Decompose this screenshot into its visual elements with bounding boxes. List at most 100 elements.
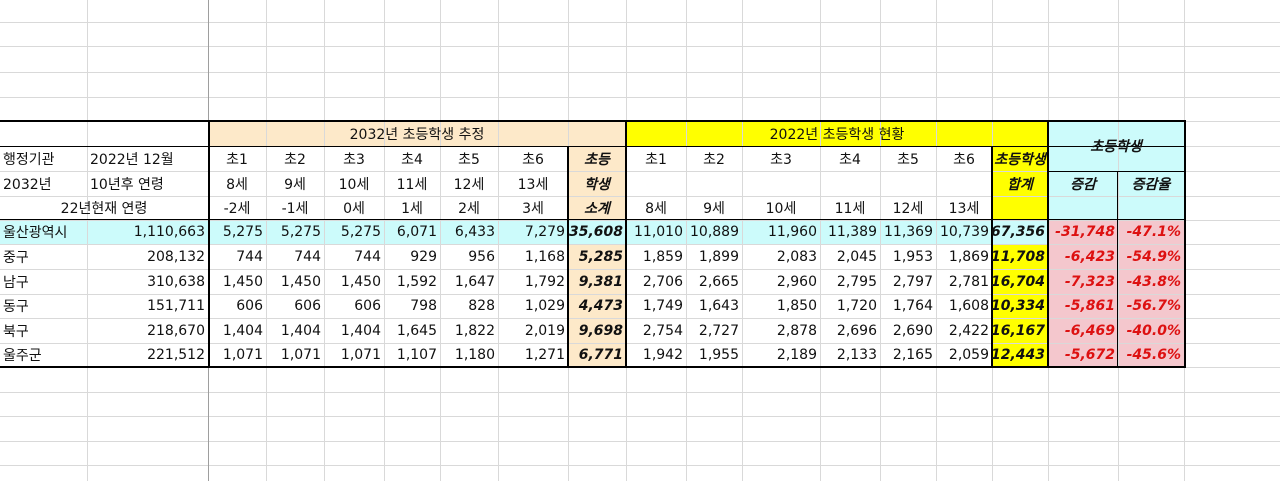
change-rate-value[interactable]: -43.8% (1118, 269, 1184, 294)
change-rate-value[interactable]: -54.9% (1118, 244, 1184, 269)
change-rate-value[interactable]: -56.7% (1118, 294, 1184, 318)
est-value[interactable]: 606 (324, 294, 384, 318)
cur-grade-header[interactable]: 초3 (742, 146, 820, 171)
cur-age-header[interactable]: 12세 (880, 196, 936, 220)
est-age-2032[interactable]: 8세 (208, 171, 266, 196)
region-name[interactable]: 북구 (0, 318, 87, 343)
cur-grade-header[interactable]: 초2 (686, 146, 742, 171)
cur-age-header[interactable]: 9세 (686, 196, 742, 220)
est-age-2032[interactable]: 9세 (266, 171, 324, 196)
est-age-2032[interactable]: 10세 (324, 171, 384, 196)
est-value[interactable]: 798 (384, 294, 440, 318)
cur-value[interactable]: 1,942 (626, 343, 686, 367)
label-admin[interactable]: 행정기관 (0, 146, 87, 171)
estimate-section-title[interactable]: 2032년 초등학생 추정 (208, 121, 626, 146)
est-value[interactable]: 1,450 (208, 269, 266, 294)
est-value[interactable]: 1,450 (266, 269, 324, 294)
region-population[interactable]: 218,670 (87, 318, 208, 343)
est-value[interactable]: 1,168 (498, 244, 568, 269)
est-value[interactable]: 1,647 (440, 269, 498, 294)
cur-total[interactable]: 16,704 (991, 269, 1048, 294)
cur-value[interactable]: 10,739 (936, 220, 992, 244)
region-name[interactable]: 동구 (0, 294, 87, 318)
cur-total[interactable]: 11,708 (991, 244, 1048, 269)
cur-age-header[interactable]: 11세 (820, 196, 880, 220)
est-age-2022[interactable]: -1세 (266, 196, 324, 220)
cur-value[interactable]: 2,797 (880, 269, 936, 294)
est-value[interactable]: 1,404 (266, 318, 324, 343)
est-value[interactable]: 1,180 (440, 343, 498, 367)
cur-value[interactable]: 1,850 (742, 294, 820, 318)
est-value[interactable]: 1,029 (498, 294, 568, 318)
cur-total[interactable]: 10,334 (991, 294, 1048, 318)
change-value[interactable]: -7,323 (1048, 269, 1118, 294)
cur-value[interactable]: 2,422 (936, 318, 992, 343)
cur-value[interactable]: 1,608 (936, 294, 992, 318)
est-age-2022[interactable]: 3세 (498, 196, 568, 220)
est-grade-header[interactable]: 초1 (208, 146, 266, 171)
cur-value[interactable]: 1,869 (936, 244, 992, 269)
cur-value[interactable]: 2,960 (742, 269, 820, 294)
label-age-22[interactable]: 22년현재 연령 (0, 196, 208, 220)
change-rate-value[interactable]: -45.6% (1118, 343, 1184, 367)
est-value[interactable]: 606 (208, 294, 266, 318)
cur-value[interactable]: 2,727 (686, 318, 742, 343)
cur-value[interactable]: 2,781 (936, 269, 992, 294)
est-value[interactable]: 744 (266, 244, 324, 269)
est-subtotal[interactable]: 5,285 (568, 244, 626, 269)
cur-grade-header[interactable]: 초6 (936, 146, 992, 171)
subtotal-header-line1[interactable]: 초등 (568, 146, 626, 171)
total-header-line2[interactable]: 합계 (992, 171, 1048, 196)
subtotal-header-line3[interactable]: 소계 (568, 196, 626, 220)
cur-value[interactable]: 1,859 (626, 244, 686, 269)
est-value[interactable]: 1,071 (324, 343, 384, 367)
label-after-10[interactable]: 10년후 연령 (87, 171, 208, 196)
region-population[interactable]: 1,110,663 (87, 220, 208, 244)
est-age-2032[interactable]: 11세 (384, 171, 440, 196)
cur-grade-header[interactable]: 초4 (820, 146, 880, 171)
region-name[interactable]: 남구 (0, 269, 87, 294)
est-value[interactable]: 1,792 (498, 269, 568, 294)
est-grade-header[interactable]: 초5 (440, 146, 498, 171)
change-value[interactable]: -5,861 (1048, 294, 1118, 318)
change-rate-value[interactable]: -40.0% (1118, 318, 1184, 343)
est-value[interactable]: 1,107 (384, 343, 440, 367)
est-value[interactable]: 1,071 (208, 343, 266, 367)
cur-age-header[interactable]: 13세 (936, 196, 992, 220)
est-grade-header[interactable]: 초2 (266, 146, 324, 171)
region-population[interactable]: 221,512 (87, 343, 208, 367)
cur-value[interactable]: 2,045 (820, 244, 880, 269)
change-value[interactable]: -31,748 (1048, 220, 1118, 244)
cur-value[interactable]: 1,643 (686, 294, 742, 318)
region-name[interactable]: 울주군 (0, 343, 87, 367)
est-age-2022[interactable]: 2세 (440, 196, 498, 220)
est-value[interactable]: 7,279 (498, 220, 568, 244)
change-value[interactable]: -5,672 (1048, 343, 1118, 367)
cur-value[interactable]: 2,706 (626, 269, 686, 294)
est-value[interactable]: 2,019 (498, 318, 568, 343)
cur-value[interactable]: 11,960 (742, 220, 820, 244)
cur-value[interactable]: 1,764 (880, 294, 936, 318)
change-value[interactable]: -6,469 (1048, 318, 1118, 343)
cur-value[interactable]: 1,720 (820, 294, 880, 318)
change-rate-header[interactable]: 증감율 (1118, 171, 1184, 196)
est-value[interactable]: 1,071 (266, 343, 324, 367)
cur-value[interactable]: 2,878 (742, 318, 820, 343)
subtotal-header-line2[interactable]: 학생 (568, 171, 626, 196)
est-value[interactable]: 5,275 (266, 220, 324, 244)
cur-total[interactable]: 12,443 (991, 343, 1048, 367)
cur-value[interactable]: 1,955 (686, 343, 742, 367)
cur-value[interactable]: 2,059 (936, 343, 992, 367)
est-value[interactable]: 929 (384, 244, 440, 269)
est-value[interactable]: 828 (440, 294, 498, 318)
est-grade-header[interactable]: 초4 (384, 146, 440, 171)
region-population[interactable]: 208,132 (87, 244, 208, 269)
cur-value[interactable]: 2,795 (820, 269, 880, 294)
est-age-2032[interactable]: 13세 (498, 171, 568, 196)
spreadsheet-grid[interactable]: 2032년 초등학생 추정 2022년 초등학생 현황 초등학생 행정기관 2022년 … (0, 0, 1280, 481)
cur-grade-header[interactable]: 초5 (880, 146, 936, 171)
cur-value[interactable]: 2,665 (686, 269, 742, 294)
est-age-2032[interactable]: 12세 (440, 171, 498, 196)
est-value[interactable]: 6,433 (440, 220, 498, 244)
cur-value[interactable]: 1,953 (880, 244, 936, 269)
